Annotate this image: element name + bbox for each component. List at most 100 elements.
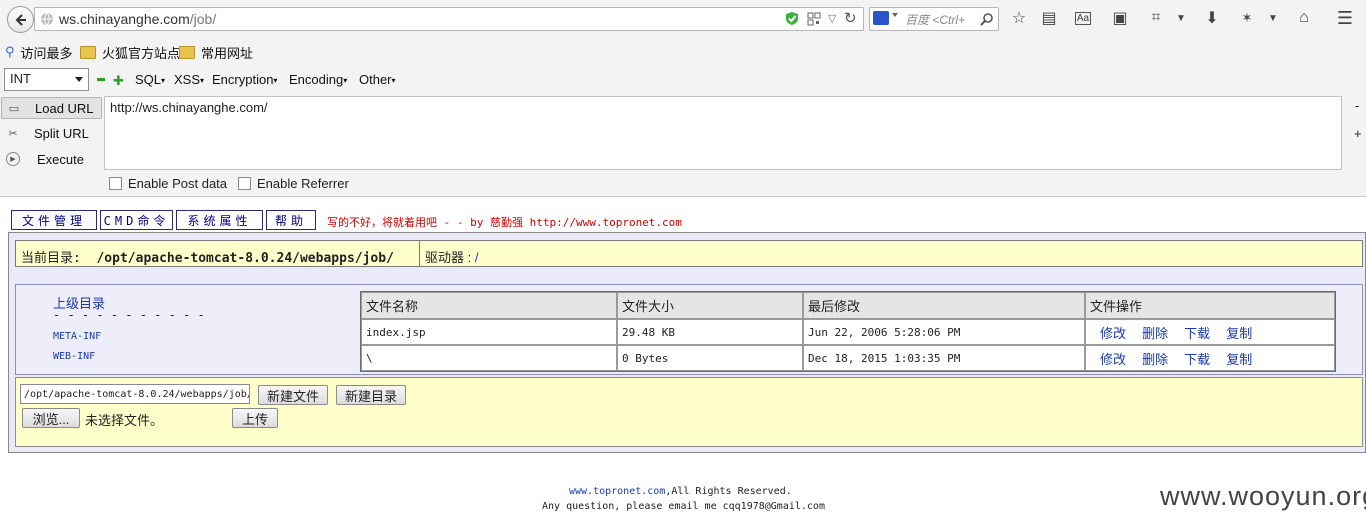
table-row: index.jsp 29.48 KB Jun 22, 2006 5:28:06 …	[361, 319, 1335, 345]
menu-xss[interactable]: XSS▾	[174, 72, 204, 87]
crop-dropdown-icon[interactable]: ▼	[1170, 7, 1192, 29]
folder-icon	[80, 45, 96, 59]
search-box[interactable]: 百度 <Ctrl+	[869, 7, 999, 31]
bookmark-label: 火狐官方站点	[102, 45, 181, 61]
menu-hamburger-icon[interactable]: ☰	[1334, 7, 1356, 29]
menu-encoding[interactable]: Encoding▾	[289, 72, 347, 87]
scissors-icon: ✂	[8, 127, 18, 140]
bookmark-common-sites[interactable]: 常用网址	[179, 43, 253, 61]
bookmark-firefox-site[interactable]: 火狐官方站点	[80, 43, 180, 61]
url-field-value: http://ws.chinayanghe.com/	[110, 100, 268, 115]
file-actions: 修改 删除 下载 复制	[1085, 319, 1335, 345]
column-header: 文件名称	[361, 292, 617, 319]
star-bookmark-icon[interactable]: ☆	[1008, 7, 1030, 29]
menu-encryption[interactable]: Encryption▾	[212, 72, 277, 87]
table-header-row: 文件名称 文件大小 最后修改 文件操作	[361, 292, 1335, 319]
file-table: 文件名称 文件大小 最后修改 文件操作 index.jsp 29.48 KB J…	[360, 291, 1336, 372]
folder-icon	[179, 45, 195, 59]
drive-link[interactable]: /	[475, 250, 479, 265]
tab-system-properties[interactable]: 系统属性	[176, 210, 263, 230]
execute-button[interactable]: ▶ Execute	[1, 149, 100, 169]
hackbar-url-field[interactable]: http://ws.chinayanghe.com/	[104, 96, 1342, 170]
delete-link[interactable]: 删除	[1142, 352, 1168, 367]
pocket-icon[interactable]: ▣	[1109, 7, 1131, 29]
dir-link-meta-inf[interactable]: META-INF	[53, 331, 101, 342]
addon-dropdown-icon[interactable]: ▼	[1262, 7, 1284, 29]
bookmark-label: 访问最多	[20, 45, 73, 61]
enable-referrer-checkbox[interactable]: Enable Referrer	[238, 176, 349, 191]
expand-icon[interactable]: +	[1354, 126, 1362, 141]
hackbar-type-select[interactable]: INT	[4, 68, 89, 91]
upload-button[interactable]: 上传	[232, 408, 278, 428]
column-header: 文件操作	[1085, 292, 1335, 319]
menu-sql[interactable]: SQL▾	[135, 72, 165, 87]
globe-icon	[41, 12, 53, 26]
no-file-selected-text: 未选择文件。	[85, 413, 164, 428]
reader-aa-icon[interactable]: Aa	[1072, 7, 1094, 29]
tab-file-manager[interactable]: 文件管理	[11, 210, 97, 230]
new-directory-button[interactable]: 新建目录	[336, 385, 406, 405]
footer-link[interactable]: www.topronet.com	[569, 486, 665, 497]
footer-contact: Any question, please email me cqq1978@Gm…	[542, 501, 825, 512]
current-directory-bar: 当前目录: /opt/apache-tomcat-8.0.24/webapps/…	[15, 240, 1363, 267]
url-text: ws.chinayanghe.com/job/	[59, 11, 217, 27]
qr-code-icon[interactable]	[807, 12, 821, 26]
footer-rights-text: ,All Rights Reserved.	[665, 486, 792, 497]
copy-link[interactable]: 复制	[1226, 326, 1252, 341]
new-file-button[interactable]: 新建文件	[258, 385, 328, 405]
watermark: www.wooyun.org	[1160, 481, 1366, 511]
engine-dropdown-icon[interactable]	[892, 13, 898, 17]
current-dir-label: 当前目录:	[21, 251, 81, 266]
download-link[interactable]: 下载	[1184, 352, 1210, 367]
checkbox-box[interactable]	[238, 177, 251, 190]
dropdown-arrow-icon[interactable]: ▽	[828, 12, 836, 25]
footer-rights: www.topronet.com,All Rights Reserved.	[569, 486, 792, 497]
author-notice: 写的不好，将就着用吧 - - by 慈勤强 http://www.toprone…	[327, 216, 682, 229]
column-header: 文件大小	[617, 292, 803, 319]
divider	[419, 241, 420, 266]
crop-screenshot-icon[interactable]: ⌗	[1145, 7, 1167, 29]
tab-cmd[interactable]: CMD命令	[100, 210, 173, 230]
edit-link[interactable]: 修改	[1100, 352, 1126, 367]
select-value: INT	[10, 71, 31, 86]
drive-label: 驱动器 :	[425, 250, 472, 265]
delete-link[interactable]: 删除	[1142, 326, 1168, 341]
search-icon[interactable]	[980, 12, 994, 26]
menu-other[interactable]: Other▾	[359, 72, 396, 87]
file-modified: Jun 22, 2006 5:28:06 PM	[803, 319, 1085, 345]
target-path-input[interactable]: /opt/apache-tomcat-8.0.24/webapps/job/	[20, 384, 250, 404]
tab-help[interactable]: 帮助	[266, 210, 316, 230]
download-icon[interactable]: ⬇	[1201, 7, 1223, 29]
addon-bug-icon[interactable]: ✶	[1236, 7, 1258, 29]
reload-icon[interactable]: ↻	[844, 9, 857, 27]
file-name[interactable]: index.jsp	[361, 319, 617, 345]
chevron-down-icon	[75, 77, 83, 82]
dir-link-web-inf[interactable]: WEB-INF	[53, 351, 95, 362]
bookmark-most-visited[interactable]: ⚲ 访问最多	[5, 43, 73, 61]
drive-text: 驱动器 : /	[425, 247, 478, 266]
address-bar[interactable]: ws.chinayanghe.com/job/ ▽ ↻	[34, 7, 864, 31]
current-dir-text: 当前目录: /opt/apache-tomcat-8.0.24/webapps/…	[21, 247, 394, 266]
table-row: \ 0 Bytes Dec 18, 2015 1:03:35 PM 修改 删除 …	[361, 345, 1335, 371]
play-icon: ▶	[5, 151, 21, 167]
plus-icon[interactable]: ✚	[113, 73, 124, 89]
load-url-button[interactable]: ▭ Load URL	[1, 97, 102, 119]
copy-link[interactable]: 复制	[1226, 352, 1252, 367]
edit-link[interactable]: 修改	[1100, 326, 1126, 341]
shrink-icon[interactable]: -	[1355, 98, 1359, 113]
shield-check-icon[interactable]	[785, 11, 799, 26]
file-name[interactable]: \	[361, 345, 617, 371]
browser-chrome: ws.chinayanghe.com/job/ ▽ ↻ 百度 <Ctrl+ ☆ …	[0, 0, 1366, 197]
checkbox-box[interactable]	[109, 177, 122, 190]
bookmarks-list-icon[interactable]: ▤	[1038, 7, 1060, 29]
download-link[interactable]: 下载	[1184, 326, 1210, 341]
back-arrow-icon	[15, 13, 26, 26]
back-button[interactable]	[7, 6, 34, 33]
bookmark-label: 常用网址	[201, 45, 254, 61]
browse-button[interactable]: 浏览...	[22, 408, 80, 428]
home-icon[interactable]: ⌂	[1293, 7, 1315, 29]
split-url-button[interactable]: ✂ Split URL	[1, 123, 100, 143]
minus-icon[interactable]	[97, 78, 105, 81]
directory-separator: - - - - - - - - - - -	[53, 308, 205, 322]
enable-post-checkbox[interactable]: Enable Post data	[109, 176, 227, 191]
